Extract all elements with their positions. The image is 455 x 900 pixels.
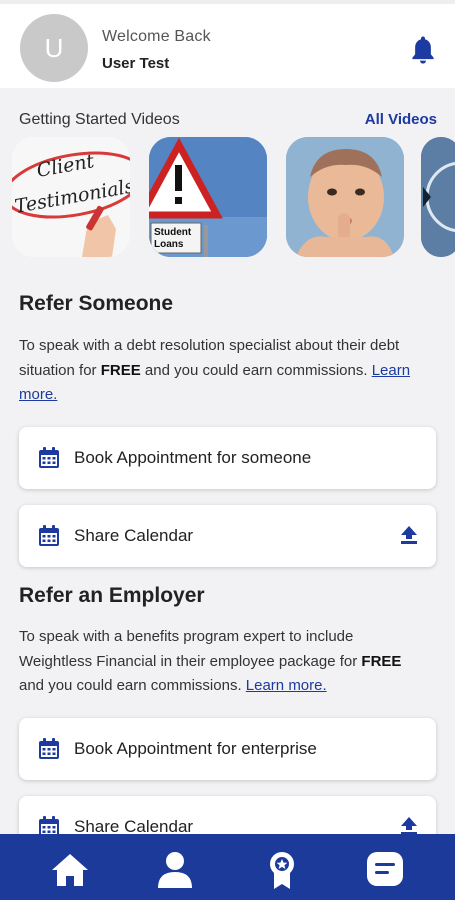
upload-icon[interactable] (400, 525, 418, 545)
refer-someone-description: To speak with a debt resolution speciali… (19, 334, 429, 408)
welcome-text: Welcome Back (102, 28, 211, 45)
rewards-badge-icon[interactable] (262, 850, 302, 890)
avatar[interactable]: U (20, 14, 88, 82)
refer-someone-free: FREE (100, 361, 141, 379)
client-testimonials-image: Client Testimonials (12, 137, 130, 257)
refer-employer-learn-more-link[interactable]: Learn more. (246, 677, 327, 694)
refer-employer-description: To speak with a benefits program expert … (19, 625, 429, 699)
chat-icon[interactable] (365, 850, 405, 890)
partial-thumbnail-image (421, 137, 455, 257)
header: U Welcome Back User Test (0, 0, 455, 88)
share-calendar-someone-button[interactable]: Share Calendar (19, 505, 436, 567)
video-thumbnail-baby[interactable] (286, 137, 404, 257)
svg-text:Student: Student (154, 227, 192, 238)
video-thumbnail-partial[interactable] (421, 137, 455, 257)
calendar-icon (39, 738, 59, 759)
bell-icon[interactable] (408, 34, 438, 66)
videos-section: Getting Started Videos All Videos Client… (0, 100, 455, 270)
bottom-navigation (0, 834, 455, 900)
calendar-icon (39, 525, 59, 546)
upload-icon[interactable] (400, 816, 418, 836)
book-appointment-someone-label: Book Appointment for someone (74, 448, 312, 467)
student-loans-image: Student Loans (149, 137, 267, 257)
calendar-icon (39, 447, 59, 468)
refer-employer-title: Refer an Employer (19, 584, 205, 607)
home-icon[interactable] (50, 850, 90, 890)
book-appointment-enterprise-label: Book Appointment for enterprise (74, 739, 317, 758)
all-videos-link[interactable]: All Videos (365, 111, 437, 128)
user-name: User Test (102, 55, 170, 72)
video-thumbnail-student-loans[interactable]: Student Loans (149, 137, 267, 257)
baby-image (286, 137, 404, 257)
share-calendar-someone-label: Share Calendar (74, 526, 194, 545)
video-thumbnail-client-testimonials[interactable]: Client Testimonials (12, 137, 130, 257)
profile-icon[interactable] (155, 850, 195, 890)
refer-someone-title: Refer Someone (19, 292, 174, 315)
videos-section-title: Getting Started Videos (19, 111, 180, 128)
refer-someone-desc-text-2: and you could earn commissions. (140, 361, 372, 379)
svg-text:Loans: Loans (154, 239, 184, 250)
refer-employer-desc-text: To speak with a benefits program expert … (19, 628, 362, 670)
refer-employer-free: FREE (361, 652, 402, 670)
book-appointment-someone-button[interactable]: Book Appointment for someone (19, 427, 436, 489)
refer-employer-desc-text-2: and you could earn commissions. (19, 677, 246, 694)
avatar-initial: U (44, 32, 64, 63)
book-appointment-enterprise-button[interactable]: Book Appointment for enterprise (19, 718, 436, 780)
